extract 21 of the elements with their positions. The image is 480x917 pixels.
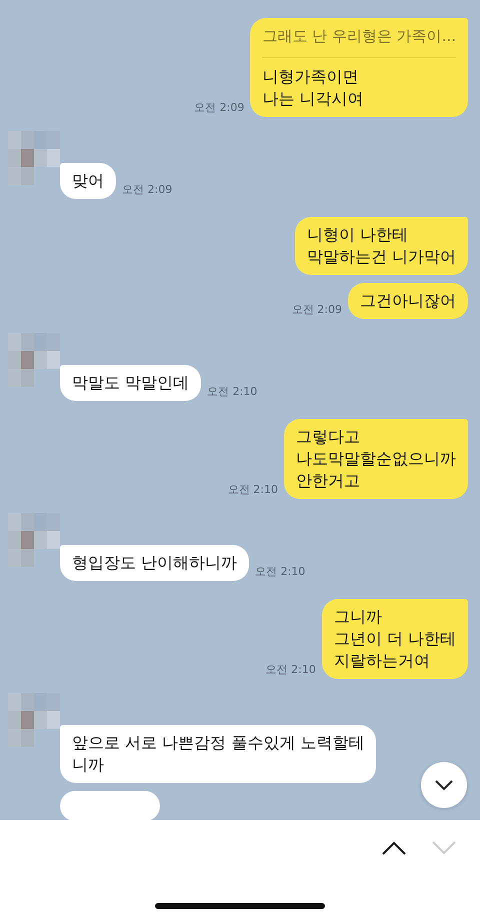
message-bubble[interactable]: 막말도 막말인데 (60, 365, 202, 401)
message-time: 오전 2:09 (292, 302, 342, 318)
message-time: 오전 2:09 (194, 100, 244, 116)
message-text: 니형가족이면 나는 니각시여 (262, 67, 364, 108)
chevron-down-icon (434, 779, 454, 791)
message-time: 오전 2:10 (228, 482, 278, 498)
message-time: 오전 2:10 (207, 384, 258, 400)
message-bubble[interactable]: 니형이 나한테 막말하는건 니가막어 (294, 217, 468, 275)
message-bubble[interactable]: 형입장도 난이해하니까 (60, 545, 250, 581)
message-time: 오전 2:09 (122, 182, 172, 198)
message-bubble[interactable]: 그래도 난 우리형은 가족이... 니형가족이면 나는 니각시여 (250, 18, 468, 117)
message-time: 오전 2:10 (255, 564, 306, 580)
message-bubble[interactable]: 맞어 (60, 163, 116, 199)
quoted-reply: 그래도 난 우리형은 가족이... (262, 25, 456, 58)
message-bubble[interactable]: 그건아니잖어 (348, 283, 468, 319)
message-time: 오전 2:10 (266, 662, 316, 678)
message-bubble[interactable]: 그니까 그년이 더 나한테 지랄하는거여 (322, 599, 468, 679)
chevron-down-icon (432, 841, 456, 855)
chevron-up-icon (382, 841, 406, 855)
message-bubble[interactable]: 그렇다고 나도막말할순없으니까 안한거고 (284, 419, 468, 499)
message-bubble[interactable]: 앞으로 서로 나쁜감정 풀수있게 노력할테 니까 (60, 725, 376, 783)
